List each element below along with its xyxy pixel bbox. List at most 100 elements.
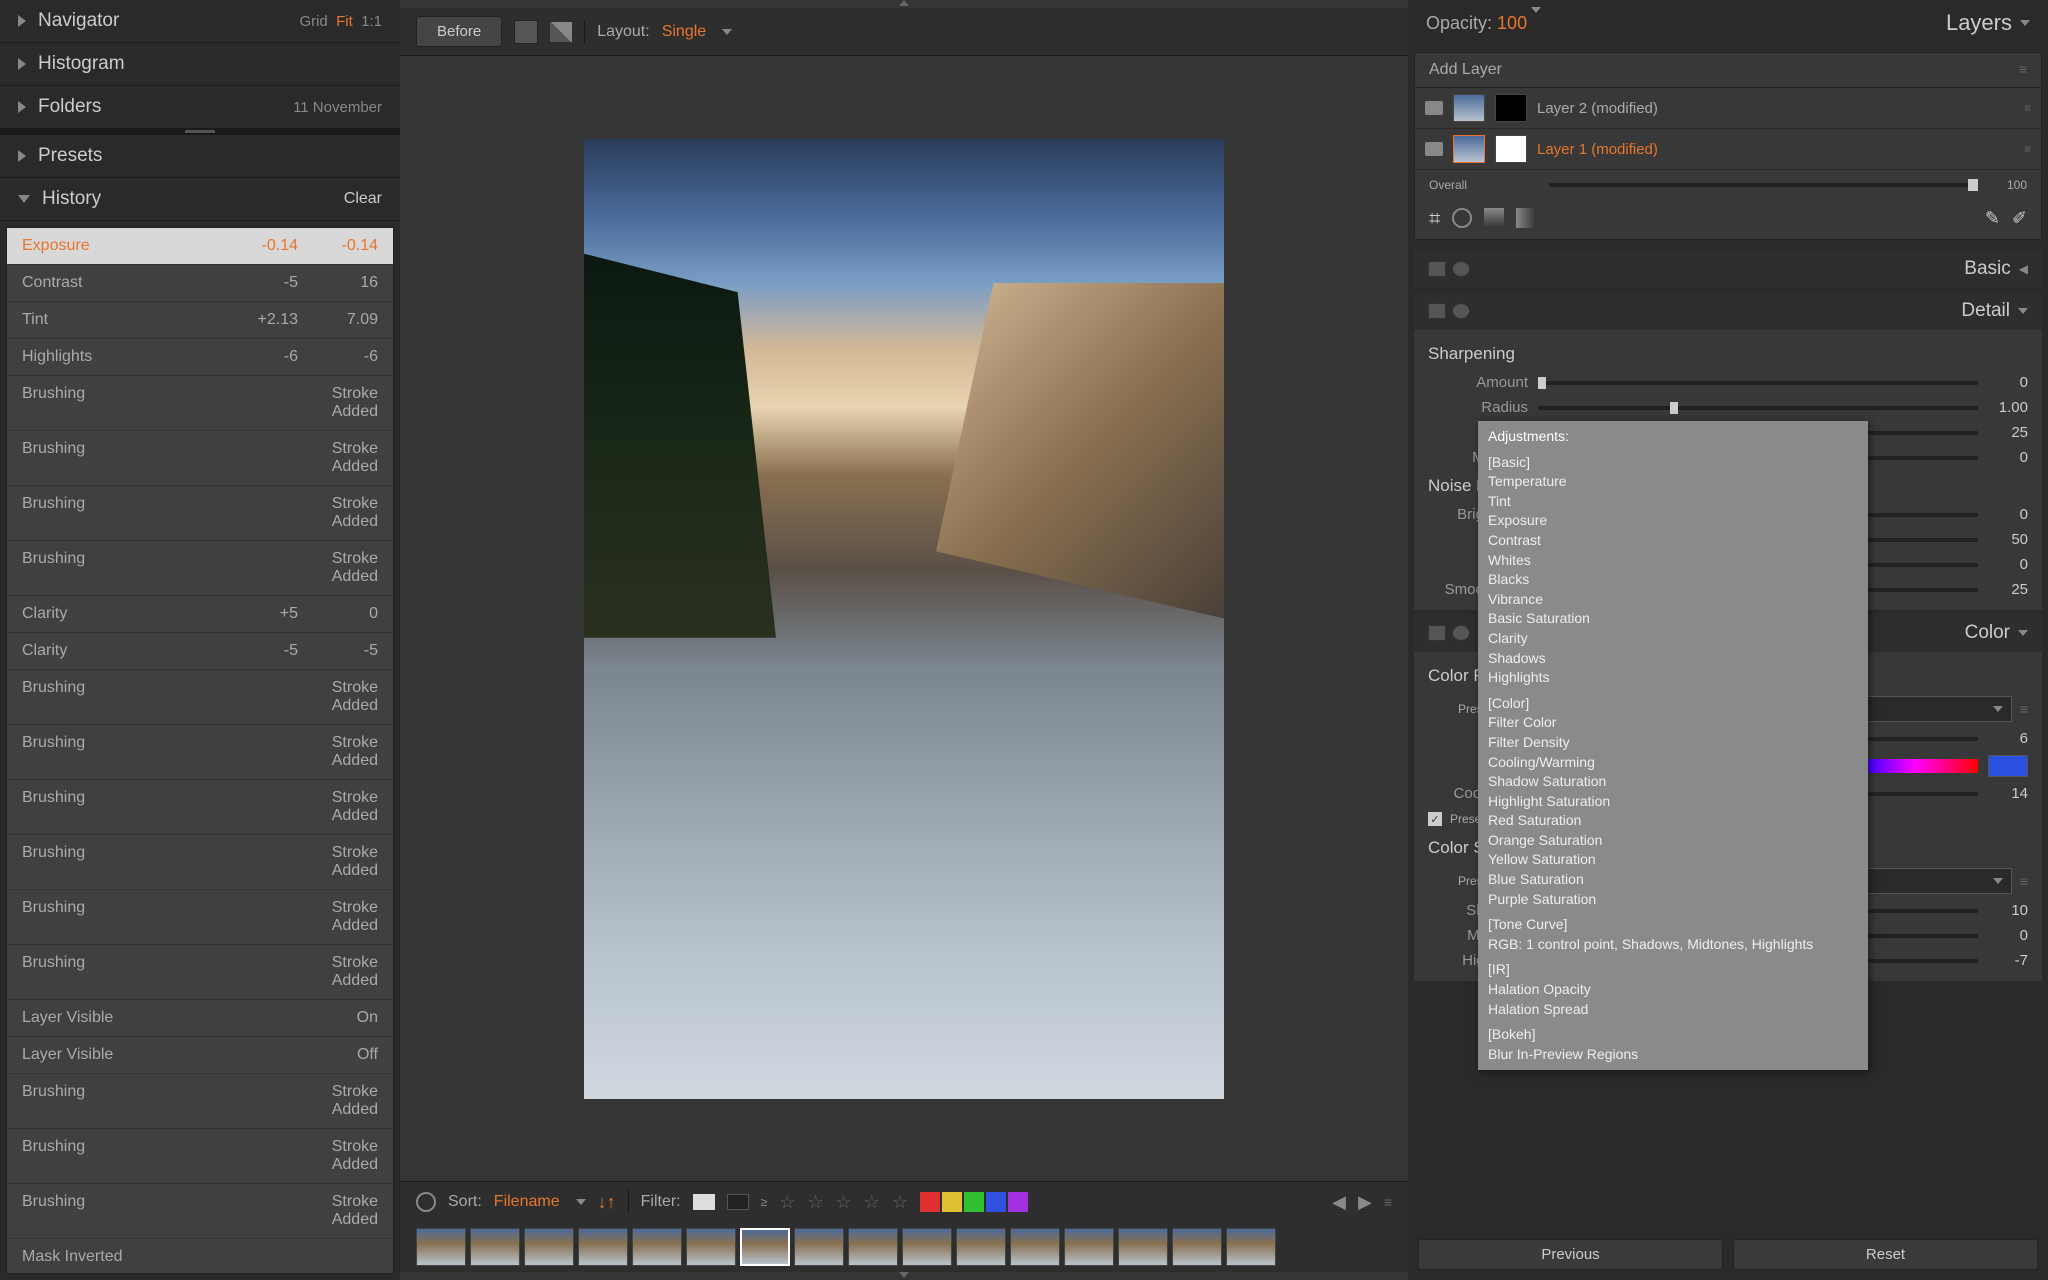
dropdown-item[interactable]: Highlights: [1488, 668, 1858, 688]
dropdown-item[interactable]: Blur In-Preview Regions: [1488, 1045, 1858, 1065]
circle-tool-icon[interactable]: [1452, 208, 1472, 228]
layer-mask[interactable]: [1495, 94, 1527, 122]
history-item[interactable]: Mask Inverted: [7, 1239, 393, 1274]
dropdown-item[interactable]: Filter Color: [1488, 713, 1858, 733]
sort-direction-icon[interactable]: ↓↑: [598, 1192, 616, 1213]
linear-tool-icon[interactable]: [1516, 208, 1536, 228]
sort-value[interactable]: Filename: [494, 1193, 560, 1211]
history-item[interactable]: BrushingStroke Added: [7, 486, 393, 541]
history-panel-header[interactable]: History Clear: [0, 178, 400, 221]
split-view-icon[interactable]: [514, 20, 538, 44]
history-item[interactable]: BrushingStroke Added: [7, 780, 393, 835]
gear-icon[interactable]: [416, 1192, 436, 1212]
history-item[interactable]: BrushingStroke Added: [7, 376, 393, 431]
dropdown-item[interactable]: Basic Saturation: [1488, 609, 1858, 629]
filmstrip-thumbnail[interactable]: [740, 1228, 790, 1266]
reset-icon[interactable]: [1452, 303, 1470, 319]
filmstrip-thumbnail[interactable]: [632, 1228, 682, 1266]
dropdown-item[interactable]: Exposure: [1488, 511, 1858, 531]
color-filter-swatch[interactable]: [964, 1192, 984, 1212]
menu-icon[interactable]: ≡: [1384, 1194, 1392, 1210]
overall-opacity-slider[interactable]: [1549, 183, 1977, 187]
reset-button[interactable]: Reset: [1733, 1239, 2038, 1270]
dropdown-item[interactable]: Halation Opacity: [1488, 980, 1858, 1000]
filmstrip-thumbnail[interactable]: [1172, 1228, 1222, 1266]
history-item[interactable]: Tint+2.137.09: [7, 302, 393, 339]
previous-button[interactable]: Previous: [1418, 1239, 1723, 1270]
filmstrip-thumbnail[interactable]: [1226, 1228, 1276, 1266]
menu-icon[interactable]: ≡: [2024, 101, 2031, 115]
color-filter-swatch[interactable]: [942, 1192, 962, 1212]
dropdown-item[interactable]: Cooling/Warming: [1488, 753, 1858, 773]
navigator-panel[interactable]: Navigator Grid Fit 1:1: [0, 0, 400, 43]
menu-icon[interactable]: ≡: [2020, 701, 2028, 717]
dropdown-icon[interactable]: [1531, 7, 1541, 33]
history-item[interactable]: BrushingStroke Added: [7, 1074, 393, 1129]
dropdown-item[interactable]: Highlight Saturation: [1488, 792, 1858, 812]
presets-panel[interactable]: Presets: [0, 135, 400, 178]
history-item[interactable]: Clarity+50: [7, 596, 393, 633]
dropdown-item[interactable]: Whites: [1488, 551, 1858, 571]
color-filter-swatch[interactable]: [1008, 1192, 1028, 1212]
compare-icon[interactable]: [1428, 625, 1446, 641]
compare-icon[interactable]: [1428, 303, 1446, 319]
filmstrip-thumbnail[interactable]: [956, 1228, 1006, 1266]
filmstrip[interactable]: [400, 1222, 1408, 1272]
flag-white-icon[interactable]: [693, 1194, 715, 1210]
dropdown-item[interactable]: Red Saturation: [1488, 811, 1858, 831]
dropdown-item[interactable]: RGB: 1 control point, Shadows, Midtones,…: [1488, 935, 1858, 955]
filmstrip-thumbnail[interactable]: [1064, 1228, 1114, 1266]
history-item[interactable]: BrushingStroke Added: [7, 725, 393, 780]
dropdown-item[interactable]: Purple Saturation: [1488, 890, 1858, 910]
opacity-value[interactable]: 100: [1497, 13, 1527, 33]
dropdown-icon[interactable]: [722, 29, 732, 35]
layer-mask[interactable]: [1495, 135, 1527, 163]
history-item[interactable]: Layer VisibleOff: [7, 1037, 393, 1074]
brush-icon[interactable]: ✎: [1985, 208, 2000, 231]
history-item[interactable]: Highlights-6-6: [7, 339, 393, 376]
dropdown-item[interactable]: Yellow Saturation: [1488, 850, 1858, 870]
collapse-bottom-icon[interactable]: [899, 1272, 909, 1278]
visibility-icon[interactable]: [1425, 142, 1443, 156]
history-item[interactable]: BrushingStroke Added: [7, 1184, 393, 1239]
next-icon[interactable]: ▶: [1358, 1192, 1372, 1213]
dropdown-item[interactable]: Contrast: [1488, 531, 1858, 551]
menu-icon[interactable]: ≡: [2020, 873, 2028, 889]
basic-section-header[interactable]: Basic ◀: [1414, 250, 2042, 288]
history-item[interactable]: BrushingStroke Added: [7, 431, 393, 486]
filmstrip-thumbnail[interactable]: [686, 1228, 736, 1266]
reset-icon[interactable]: [1452, 625, 1470, 641]
filmstrip-thumbnail[interactable]: [1118, 1228, 1168, 1266]
menu-icon[interactable]: ≡: [2019, 61, 2027, 79]
dropdown-item[interactable]: Orange Saturation: [1488, 831, 1858, 851]
flag-reject-icon[interactable]: [727, 1194, 749, 1210]
history-item[interactable]: Layer VisibleOn: [7, 1000, 393, 1037]
filmstrip-thumbnail[interactable]: [794, 1228, 844, 1266]
layer-thumbnail[interactable]: [1453, 94, 1485, 122]
dropdown-item[interactable]: Clarity: [1488, 629, 1858, 649]
history-item[interactable]: Exposure-0.14-0.14: [7, 228, 393, 265]
compare-icon[interactable]: [1428, 261, 1446, 277]
dropdown-icon[interactable]: [2020, 20, 2030, 26]
folders-panel[interactable]: Folders 11 November: [0, 86, 400, 129]
layer-thumbnail[interactable]: [1453, 135, 1485, 163]
eraser-icon[interactable]: ✐: [2012, 208, 2027, 231]
star-filter-5[interactable]: ☆: [892, 1192, 908, 1213]
filmstrip-thumbnail[interactable]: [848, 1228, 898, 1266]
layer-row[interactable]: Layer 1 (modified)≡: [1415, 129, 2041, 170]
dropdown-item[interactable]: Vibrance: [1488, 590, 1858, 610]
visibility-icon[interactable]: [1425, 101, 1443, 115]
collapse-top-icon[interactable]: [899, 0, 909, 6]
layout-value[interactable]: Single: [662, 23, 706, 41]
navigator-modes[interactable]: Grid Fit 1:1: [299, 13, 382, 30]
history-item[interactable]: BrushingStroke Added: [7, 890, 393, 945]
color-filter-swatch[interactable]: [986, 1192, 1006, 1212]
history-item[interactable]: BrushingStroke Added: [7, 835, 393, 890]
filmstrip-thumbnail[interactable]: [902, 1228, 952, 1266]
filmstrip-thumbnail[interactable]: [524, 1228, 574, 1266]
filmstrip-thumbnail[interactable]: [1010, 1228, 1060, 1266]
history-item[interactable]: BrushingStroke Added: [7, 1129, 393, 1184]
dropdown-item[interactable]: Filter Density: [1488, 733, 1858, 753]
diagonal-split-icon[interactable]: [550, 22, 572, 42]
dropdown-icon[interactable]: [576, 1199, 586, 1205]
